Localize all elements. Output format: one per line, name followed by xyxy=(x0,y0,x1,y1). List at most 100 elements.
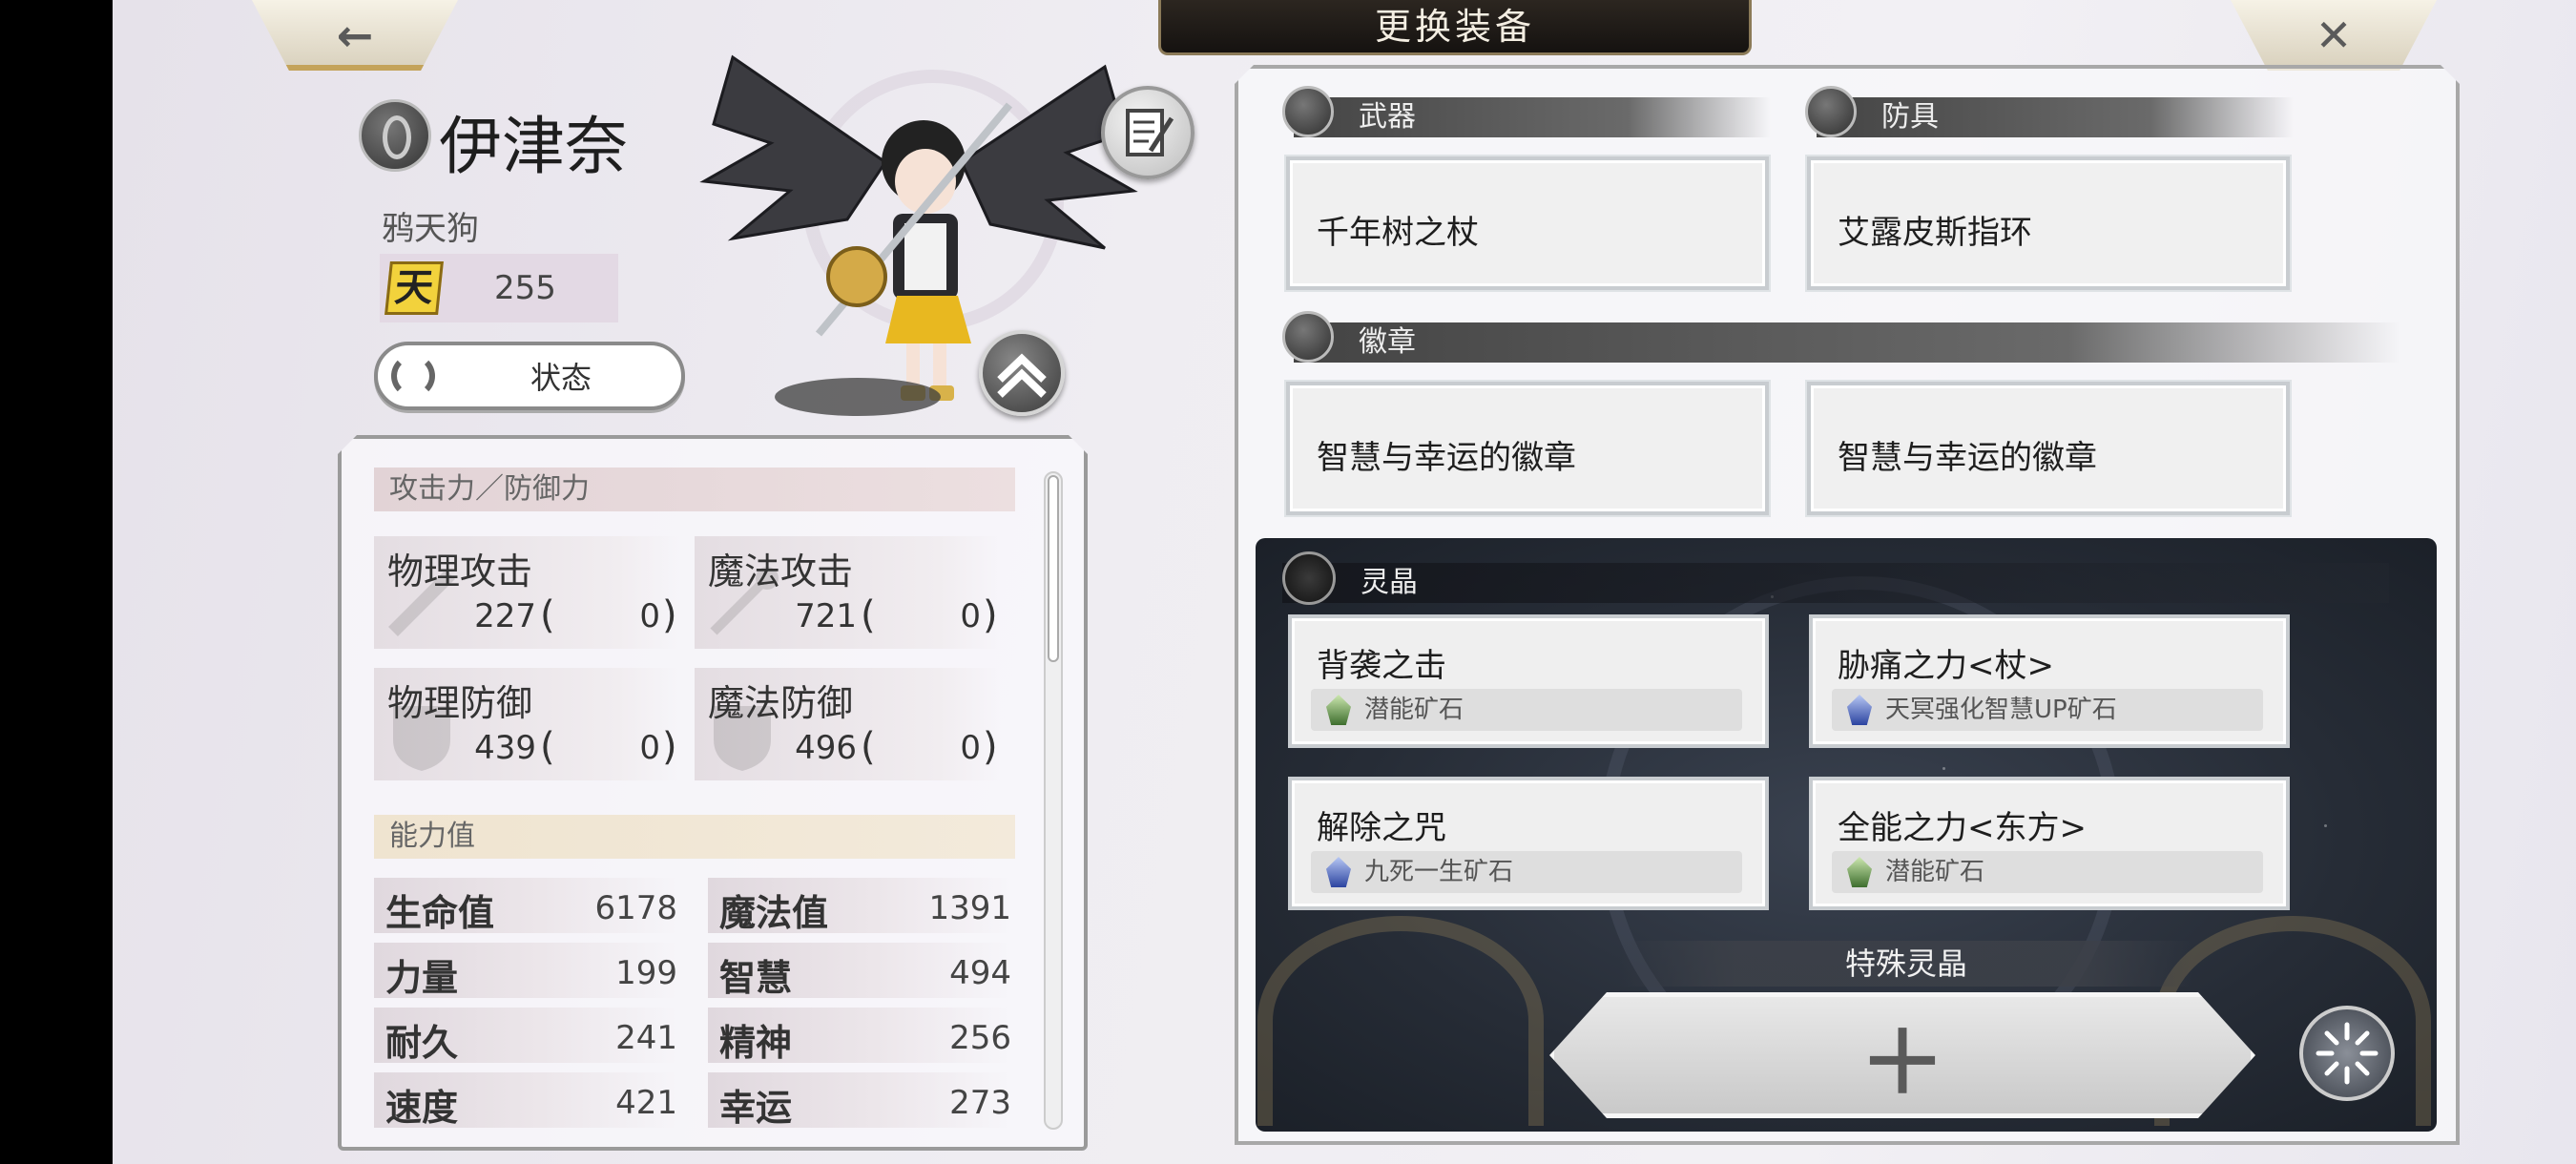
rank-value: 255 xyxy=(494,269,556,307)
stat-value: 439 xyxy=(474,729,536,767)
ability-row: 耐久 241 xyxy=(374,1008,677,1064)
crystal-name: 背袭之击 xyxy=(1317,647,1446,685)
crystal-slot-2[interactable]: 胁痛之力<杖> 天冥强化智慧UP矿石 xyxy=(1809,614,2290,748)
attack-defense-header: 攻击力／防御力 xyxy=(374,468,1015,511)
stat-bonus: 0 xyxy=(960,729,981,767)
staff-category-icon xyxy=(1282,86,1334,137)
ability-row: 幸运 273 xyxy=(708,1072,1011,1129)
paren-close: ) xyxy=(983,725,998,769)
ring-category-icon xyxy=(1805,86,1857,137)
ore-name: 潜能矿石 xyxy=(1885,858,1985,886)
ability-value: 256 xyxy=(949,1019,1011,1057)
badge-slot-2[interactable]: 智慧与幸运的徽章 xyxy=(1807,382,2290,515)
game-screen: ← 更换装备 ✕ 伊津奈 鸦天狗 天 255 状态 攻击力／防御力 物理攻击 2… xyxy=(113,0,2576,1164)
ability-value: 199 xyxy=(615,954,677,992)
refresh-icon xyxy=(391,354,435,398)
stat-value: 227 xyxy=(474,597,536,635)
ability-row: 精神 256 xyxy=(708,1008,1011,1064)
ability-label: 魔法值 xyxy=(719,892,829,934)
stat-label: 魔法攻击 xyxy=(708,551,854,592)
crystal-name: 解除之咒 xyxy=(1317,809,1446,847)
ability-label: 耐久 xyxy=(385,1022,459,1064)
badge-slot-1[interactable]: 智慧与幸运的徽章 xyxy=(1286,382,1769,515)
auto-equip-button[interactable] xyxy=(2299,1006,2395,1101)
green-ore-icon xyxy=(1326,695,1351,725)
crystal-slot-4[interactable]: 全能之力<东方> 潜能矿石 xyxy=(1809,777,2290,910)
crystal-header: 灵晶 xyxy=(1282,563,2389,603)
ability-row: 智慧 494 xyxy=(708,943,1011,999)
magic-defense-card: 魔法防御 496 ( 0 ) xyxy=(695,668,1000,780)
status-button[interactable]: 状态 xyxy=(374,342,685,410)
back-arrow-icon: ← xyxy=(336,10,374,61)
character-shadow xyxy=(775,378,941,416)
plus-icon: ＋ xyxy=(1859,1013,1945,1113)
crystal-slot-1[interactable]: 背袭之击 潜能矿石 xyxy=(1288,614,1769,748)
ability-label: 智慧 xyxy=(719,957,793,999)
ore-name: 天冥强化智慧UP矿石 xyxy=(1885,696,2117,724)
character-title: 鸦天狗 xyxy=(382,210,479,248)
ability-row: 魔法值 1391 xyxy=(708,878,1011,934)
stat-label: 物理防御 xyxy=(387,682,533,724)
crystal-slot-3[interactable]: 解除之咒 九死一生矿石 xyxy=(1288,777,1769,910)
crystal-name: 全能之力<东方> xyxy=(1838,809,2087,847)
ability-value: 494 xyxy=(949,954,1011,992)
ability-value: 241 xyxy=(615,1019,677,1057)
crystal-name: 胁痛之力<杖> xyxy=(1838,647,2054,685)
physical-defense-card: 物理防御 439 ( 0 ) xyxy=(374,668,679,780)
close-button[interactable]: ✕ xyxy=(2231,0,2437,71)
paren-close: ) xyxy=(662,725,677,769)
crystal-category-icon xyxy=(1282,551,1336,605)
ore-bar: 潜能矿石 xyxy=(1832,851,2263,893)
physical-attack-card: 物理攻击 227 ( 0 ) xyxy=(374,536,679,649)
memo-button[interactable] xyxy=(1101,86,1195,179)
armor-slot[interactable]: 艾露皮斯指环 xyxy=(1807,156,2290,290)
ability-row: 速度 421 xyxy=(374,1072,677,1129)
paren-close: ) xyxy=(983,593,998,637)
ability-header: 能力值 xyxy=(374,815,1015,859)
ability-value: 421 xyxy=(615,1084,677,1122)
paren-open: ( xyxy=(861,725,876,769)
ability-label: 精神 xyxy=(719,1022,793,1064)
double-chevron-up-icon xyxy=(997,353,1047,398)
ability-row: 生命值 6178 xyxy=(374,878,677,934)
ore-name: 潜能矿石 xyxy=(1364,696,1465,724)
ore-bar: 九死一生矿石 xyxy=(1311,851,1742,893)
ornament-frame-left xyxy=(1257,916,1544,1126)
weapon-slot[interactable]: 千年树之杖 xyxy=(1286,156,1769,290)
stat-label: 魔法防御 xyxy=(708,682,854,724)
stats-scrollbar[interactable] xyxy=(1044,471,1063,1130)
back-button[interactable]: ← xyxy=(252,0,458,71)
paren-open: ( xyxy=(540,725,555,769)
screen-title: 更换装备 xyxy=(1158,0,1752,55)
stat-bonus: 0 xyxy=(639,729,660,767)
blue-ore-icon xyxy=(1847,695,1872,725)
stat-bonus: 0 xyxy=(639,597,660,635)
stat-label: 物理攻击 xyxy=(387,551,533,592)
staff-type-icon xyxy=(359,99,431,172)
paren-open: ( xyxy=(540,593,555,637)
stat-value: 721 xyxy=(795,597,857,635)
ore-bar: 天冥强化智慧UP矿石 xyxy=(1832,689,2263,731)
stat-bonus: 0 xyxy=(960,597,981,635)
rank-icon: 天 xyxy=(384,261,444,315)
ability-label: 力量 xyxy=(385,957,459,999)
rank-box: 天 255 xyxy=(380,254,618,322)
ability-label: 幸运 xyxy=(719,1087,793,1129)
sparkle-icon xyxy=(2316,1022,2379,1085)
memo-icon xyxy=(1126,109,1174,156)
ability-value: 273 xyxy=(949,1084,1011,1122)
special-crystal-label: 特殊灵晶 xyxy=(1620,941,2192,987)
star xyxy=(2324,824,2327,827)
ore-name: 九死一生矿石 xyxy=(1364,858,1514,886)
status-button-label: 状态 xyxy=(530,360,592,396)
scroll-thumb[interactable] xyxy=(1048,475,1059,662)
green-ore-icon xyxy=(1847,857,1872,887)
collapse-button[interactable] xyxy=(979,330,1065,416)
close-icon: ✕ xyxy=(2315,10,2353,61)
ability-value: 6178 xyxy=(594,889,677,927)
add-special-crystal-button[interactable]: ＋ xyxy=(1549,992,2255,1118)
blue-ore-icon xyxy=(1326,857,1351,887)
armor-header: 防具 xyxy=(1817,97,2294,137)
paren-close: ) xyxy=(662,593,677,637)
ability-row: 力量 199 xyxy=(374,943,677,999)
